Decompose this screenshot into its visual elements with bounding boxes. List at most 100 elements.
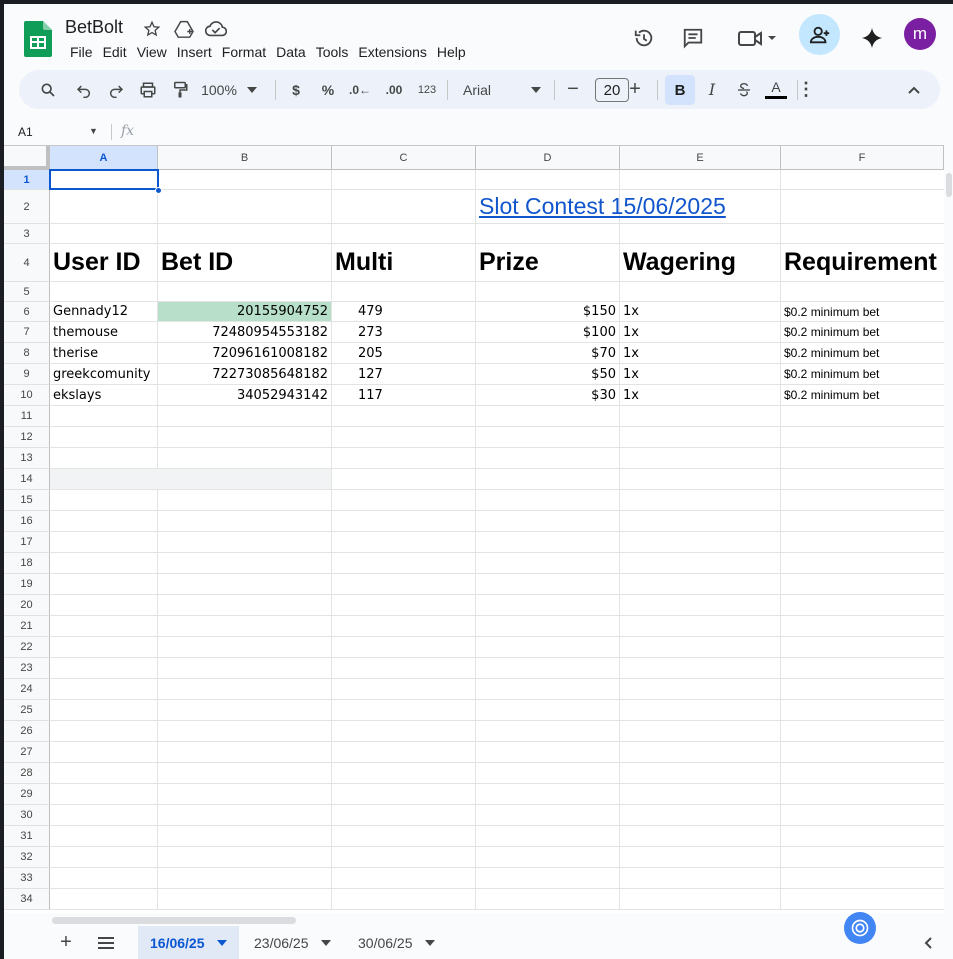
row-header-11[interactable]: 11 — [4, 406, 50, 427]
row-header-21[interactable]: 21 — [4, 616, 50, 637]
explore-button[interactable] — [844, 912, 876, 944]
decrease-decimal-button[interactable]: .0← — [347, 70, 373, 109]
sheet-tab-16-06-25[interactable]: 16/06/25 — [138, 926, 239, 959]
cell-user-id[interactable]: ekslays — [50, 385, 157, 405]
cell-wagering[interactable]: 1x — [620, 343, 780, 363]
comments-icon[interactable] — [673, 18, 713, 58]
menu-edit[interactable]: Edit — [98, 42, 132, 62]
row-header-6[interactable]: 6 — [4, 302, 50, 322]
cell-multi[interactable]: 127 — [332, 364, 475, 384]
row-header-17[interactable]: 17 — [4, 532, 50, 553]
move-to-drive-icon[interactable] — [173, 18, 195, 40]
header-prize[interactable]: Prize — [476, 244, 619, 281]
font-select[interactable]: Arial — [457, 70, 547, 109]
header-user-id[interactable]: User ID — [50, 244, 157, 281]
menu-format[interactable]: Format — [217, 42, 271, 62]
menu-view[interactable]: View — [132, 42, 172, 62]
share-button[interactable] — [799, 14, 840, 55]
add-sheet-icon[interactable]: + — [56, 926, 76, 959]
row-header-23[interactable]: 23 — [4, 658, 50, 679]
row-header-9[interactable]: 9 — [4, 364, 50, 385]
formula-input[interactable] — [144, 122, 934, 142]
cell-prize[interactable]: $150 — [476, 302, 619, 321]
row-header-14[interactable]: 14 — [4, 469, 50, 490]
header-wagering[interactable]: Wagering — [620, 244, 780, 281]
italic-button[interactable]: I — [699, 70, 725, 109]
bold-button[interactable]: B — [665, 75, 695, 105]
meet-video-icon[interactable] — [732, 18, 782, 58]
column-header-d[interactable]: D — [476, 146, 620, 170]
contest-title-link[interactable]: Slot Contest 15/06/2025 — [476, 190, 776, 223]
cell-multi[interactable]: 205 — [332, 343, 475, 363]
menu-help[interactable]: Help — [432, 42, 471, 62]
vertical-scroll-thumb[interactable] — [946, 173, 952, 197]
cell-requirement[interactable]: $0.2 minimum bet — [781, 364, 943, 384]
cell-wagering[interactable]: 1x — [620, 385, 780, 405]
menu-data[interactable]: Data — [271, 42, 311, 62]
row-header-27[interactable]: 27 — [4, 742, 50, 763]
column-header-e[interactable]: E — [620, 146, 781, 170]
menu-extensions[interactable]: Extensions — [353, 42, 431, 62]
row-header-16[interactable]: 16 — [4, 511, 50, 532]
sheet-tab-23-06-25[interactable]: 23/06/25 — [242, 926, 343, 959]
cell-multi[interactable]: 273 — [332, 322, 475, 342]
zoom-select[interactable]: 100% — [199, 70, 259, 109]
cell-prize[interactable]: $50 — [476, 364, 619, 384]
row-header-13[interactable]: 13 — [4, 448, 50, 469]
account-avatar[interactable]: m — [904, 18, 936, 50]
row-header-20[interactable]: 20 — [4, 595, 50, 616]
increase-decimal-button[interactable]: .00 — [379, 70, 409, 109]
row-header-32[interactable]: 32 — [4, 847, 50, 868]
sheets-logo-icon[interactable] — [24, 21, 52, 57]
column-header-c[interactable]: C — [332, 146, 476, 170]
header-requirement[interactable]: Requirement — [781, 244, 944, 281]
column-header-a[interactable]: A — [50, 146, 158, 170]
cell-bet-id[interactable]: 72096161008182 — [158, 343, 331, 363]
row-header-2[interactable]: 2 — [4, 190, 50, 224]
row-header-4[interactable]: 4 — [4, 244, 50, 282]
cell-multi[interactable]: 479 — [332, 302, 475, 321]
cell-requirement[interactable]: $0.2 minimum bet — [781, 302, 943, 321]
cloud-saved-icon[interactable] — [205, 18, 227, 40]
active-cell-a1[interactable] — [49, 169, 159, 190]
row-header-22[interactable]: 22 — [4, 637, 50, 658]
cell-multi[interactable]: 117 — [332, 385, 475, 405]
more-formats-button[interactable]: 123 — [413, 70, 441, 109]
more-options-icon[interactable]: ⋮ — [795, 70, 817, 109]
row-header-7[interactable]: 7 — [4, 322, 50, 343]
collapse-menus-icon[interactable] — [901, 70, 927, 109]
cell-user-id[interactable]: Gennady12 — [50, 302, 157, 321]
strikethrough-icon[interactable] — [731, 70, 757, 109]
decrease-font-size-button[interactable]: − — [561, 70, 585, 109]
menu-insert[interactable]: Insert — [172, 42, 217, 62]
row-header-33[interactable]: 33 — [4, 868, 50, 889]
cell-bet-id[interactable]: 20155904752 — [158, 302, 331, 321]
cell-requirement[interactable]: $0.2 minimum bet — [781, 385, 943, 405]
row-header-5[interactable]: 5 — [4, 282, 50, 302]
row-header-29[interactable]: 29 — [4, 784, 50, 805]
horizontal-scroll-thumb[interactable] — [52, 917, 296, 924]
header-multi[interactable]: Multi — [332, 244, 475, 281]
star-icon[interactable] — [141, 18, 163, 40]
sheet-tab-30-06-25[interactable]: 30/06/25 — [346, 926, 447, 959]
row-header-8[interactable]: 8 — [4, 343, 50, 364]
fill-handle[interactable] — [155, 187, 162, 194]
row-header-31[interactable]: 31 — [4, 826, 50, 847]
percent-format-button[interactable]: % — [317, 70, 339, 109]
row-header-24[interactable]: 24 — [4, 679, 50, 700]
row-header-12[interactable]: 12 — [4, 427, 50, 448]
cell-user-id[interactable]: greekcomunity — [50, 364, 157, 384]
row-header-28[interactable]: 28 — [4, 763, 50, 784]
redo-icon[interactable] — [103, 70, 129, 109]
row-header-26[interactable]: 26 — [4, 721, 50, 742]
cell-wagering[interactable]: 1x — [620, 364, 780, 384]
cell-requirement[interactable]: $0.2 minimum bet — [781, 322, 943, 342]
row-header-10[interactable]: 10 — [4, 385, 50, 406]
cell-prize[interactable]: $100 — [476, 322, 619, 342]
cell-prize[interactable]: $30 — [476, 385, 619, 405]
undo-icon[interactable] — [71, 70, 97, 109]
row-header-30[interactable]: 30 — [4, 805, 50, 826]
header-bet-id[interactable]: Bet ID — [158, 244, 331, 281]
cell-bet-id[interactable]: 72273085648182 — [158, 364, 331, 384]
chevron-down-icon[interactable]: ▼ — [89, 126, 98, 136]
